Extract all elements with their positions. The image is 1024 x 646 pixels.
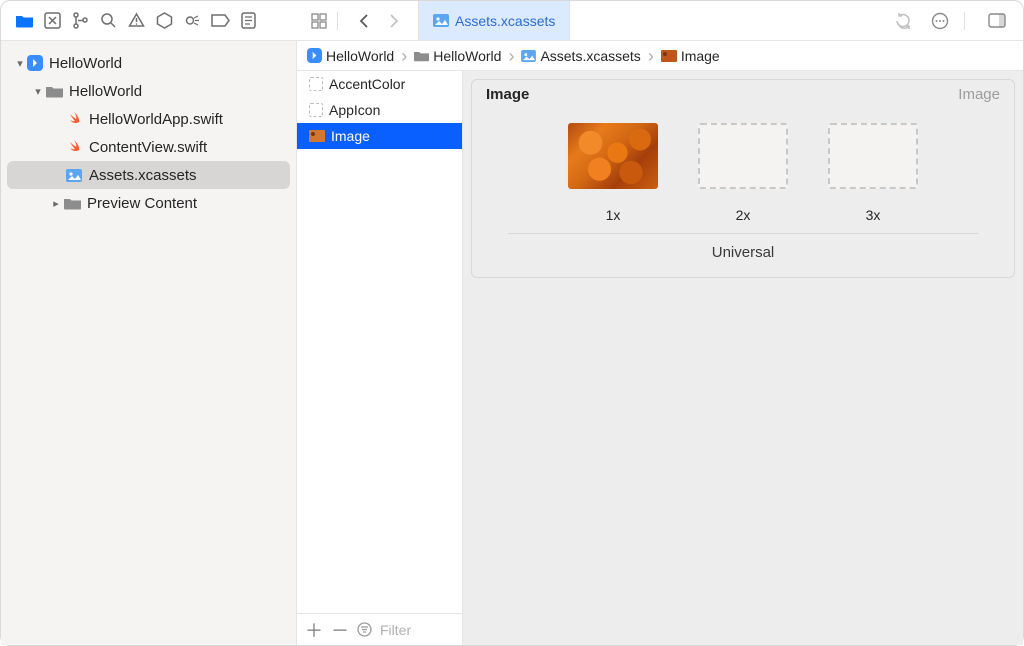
- add-button[interactable]: ＋: [305, 617, 323, 643]
- remove-button[interactable]: －: [331, 617, 349, 643]
- slot-1x-label: 1x: [606, 207, 621, 223]
- asset-name: AppIcon: [329, 102, 380, 118]
- color-set-icon: [309, 77, 323, 91]
- slot-1x-image-well[interactable]: [568, 123, 658, 189]
- asset-item[interactable]: AccentColor: [297, 71, 462, 97]
- image-icon: [661, 50, 677, 62]
- debug-navigator-icon[interactable]: [183, 11, 202, 30]
- app-icon: [27, 55, 43, 71]
- project-navigator-icon[interactable]: [15, 11, 34, 30]
- asset-item[interactable]: AppIcon: [297, 97, 462, 123]
- toolbar-separator: [337, 12, 338, 30]
- slot-1x[interactable]: 1x: [568, 123, 658, 223]
- crumb-project[interactable]: HelloWorld: [307, 48, 394, 64]
- crumb-label: HelloWorld: [433, 48, 501, 64]
- image-set-card: Image Image 1x 2x: [471, 79, 1015, 278]
- file-name: HelloWorldApp.swift: [89, 111, 223, 128]
- slot-3x-image-well[interactable]: [828, 123, 918, 189]
- folder-icon: [45, 82, 63, 100]
- file-name: Assets.xcassets: [89, 167, 197, 184]
- project-name: HelloWorld: [49, 55, 122, 72]
- disclosure-triangle-icon[interactable]: ▾: [13, 57, 27, 70]
- asset-filter-bar: ＋ －: [297, 613, 462, 645]
- crumb-label: Image: [681, 48, 720, 64]
- folder-icon: [414, 50, 429, 62]
- asset-name: Image: [331, 128, 370, 144]
- asset-name: AccentColor: [329, 76, 405, 92]
- crumb-folder[interactable]: HelloWorld: [414, 48, 501, 64]
- folder-icon: [63, 194, 81, 212]
- test-navigator-icon[interactable]: [155, 11, 174, 30]
- source-control-icon[interactable]: [43, 11, 62, 30]
- chevron-right-icon: ›: [643, 47, 659, 65]
- breakpoint-navigator-icon[interactable]: [211, 11, 230, 30]
- xcassets-icon: [433, 14, 449, 27]
- xcassets-icon: [65, 166, 83, 184]
- forward-button[interactable]: [382, 9, 406, 33]
- asset-item-selected[interactable]: Image: [297, 123, 462, 149]
- editor-options-icon[interactable]: [928, 9, 952, 33]
- detail-type: Image: [958, 86, 1000, 103]
- folder-row[interactable]: ▾ HelloWorld: [7, 77, 290, 105]
- project-navigator: ▾ HelloWorld ▾ HelloWorld HelloWorldApp.…: [1, 41, 297, 645]
- slot-2x-image-well[interactable]: [698, 123, 788, 189]
- asset-outline: AccentColor AppIcon Image ＋ －: [297, 71, 463, 645]
- xcassets-icon: [521, 50, 536, 62]
- refresh-icon[interactable]: [892, 9, 916, 33]
- file-name: Preview Content: [87, 195, 197, 212]
- symbol-navigator-icon[interactable]: [71, 11, 90, 30]
- toolbar: Assets.xcassets: [1, 1, 1023, 41]
- crumb-label: HelloWorld: [326, 48, 394, 64]
- crumb-label: Assets.xcassets: [540, 48, 640, 64]
- navigator-selector: [1, 1, 297, 40]
- back-button[interactable]: [352, 9, 376, 33]
- crumb-image[interactable]: Image: [661, 48, 720, 64]
- editor-area: HelloWorld › HelloWorld › Assets.xcasset…: [297, 41, 1023, 645]
- filter-icon: [357, 622, 372, 637]
- file-row-selected[interactable]: Assets.xcassets: [7, 161, 290, 189]
- folder-row[interactable]: ▸ Preview Content: [7, 189, 290, 217]
- find-navigator-icon[interactable]: [99, 11, 118, 30]
- file-name: ContentView.swift: [89, 139, 207, 156]
- file-row[interactable]: ContentView.swift: [7, 133, 290, 161]
- disclosure-triangle-icon[interactable]: ▸: [49, 197, 63, 210]
- tab-label: Assets.xcassets: [455, 13, 555, 29]
- disclosure-triangle-icon[interactable]: ▾: [31, 85, 45, 98]
- issue-navigator-icon[interactable]: [127, 11, 146, 30]
- file-row[interactable]: HelloWorldApp.swift: [7, 105, 290, 133]
- report-navigator-icon[interactable]: [239, 11, 258, 30]
- image-set-icon: [309, 130, 325, 142]
- toolbar-separator: [964, 12, 965, 30]
- jump-bar[interactable]: HelloWorld › HelloWorld › Assets.xcasset…: [297, 41, 1023, 71]
- related-items-icon[interactable]: [307, 9, 331, 33]
- folder-name: HelloWorld: [69, 83, 142, 100]
- crumb-xcassets[interactable]: Assets.xcassets: [521, 48, 640, 64]
- editor-tabs: Assets.xcassets: [297, 1, 570, 40]
- project-root[interactable]: ▾ HelloWorld: [7, 49, 290, 77]
- slot-3x[interactable]: 3x: [828, 123, 918, 223]
- slot-2x[interactable]: 2x: [698, 123, 788, 223]
- app-icon: [307, 48, 322, 63]
- chevron-right-icon: ›: [503, 47, 519, 65]
- toggle-inspectors-icon[interactable]: [985, 9, 1009, 33]
- swift-icon: [65, 110, 83, 128]
- swift-icon: [65, 138, 83, 156]
- slot-2x-label: 2x: [736, 207, 751, 223]
- editor-tab-assets[interactable]: Assets.xcassets: [418, 1, 570, 40]
- chevron-right-icon: ›: [396, 47, 412, 65]
- appicon-set-icon: [309, 103, 323, 117]
- slot-3x-label: 3x: [866, 207, 881, 223]
- asset-detail: Image Image 1x 2x: [463, 71, 1023, 645]
- idiom-label: Universal: [508, 233, 978, 277]
- detail-title: Image: [486, 86, 529, 103]
